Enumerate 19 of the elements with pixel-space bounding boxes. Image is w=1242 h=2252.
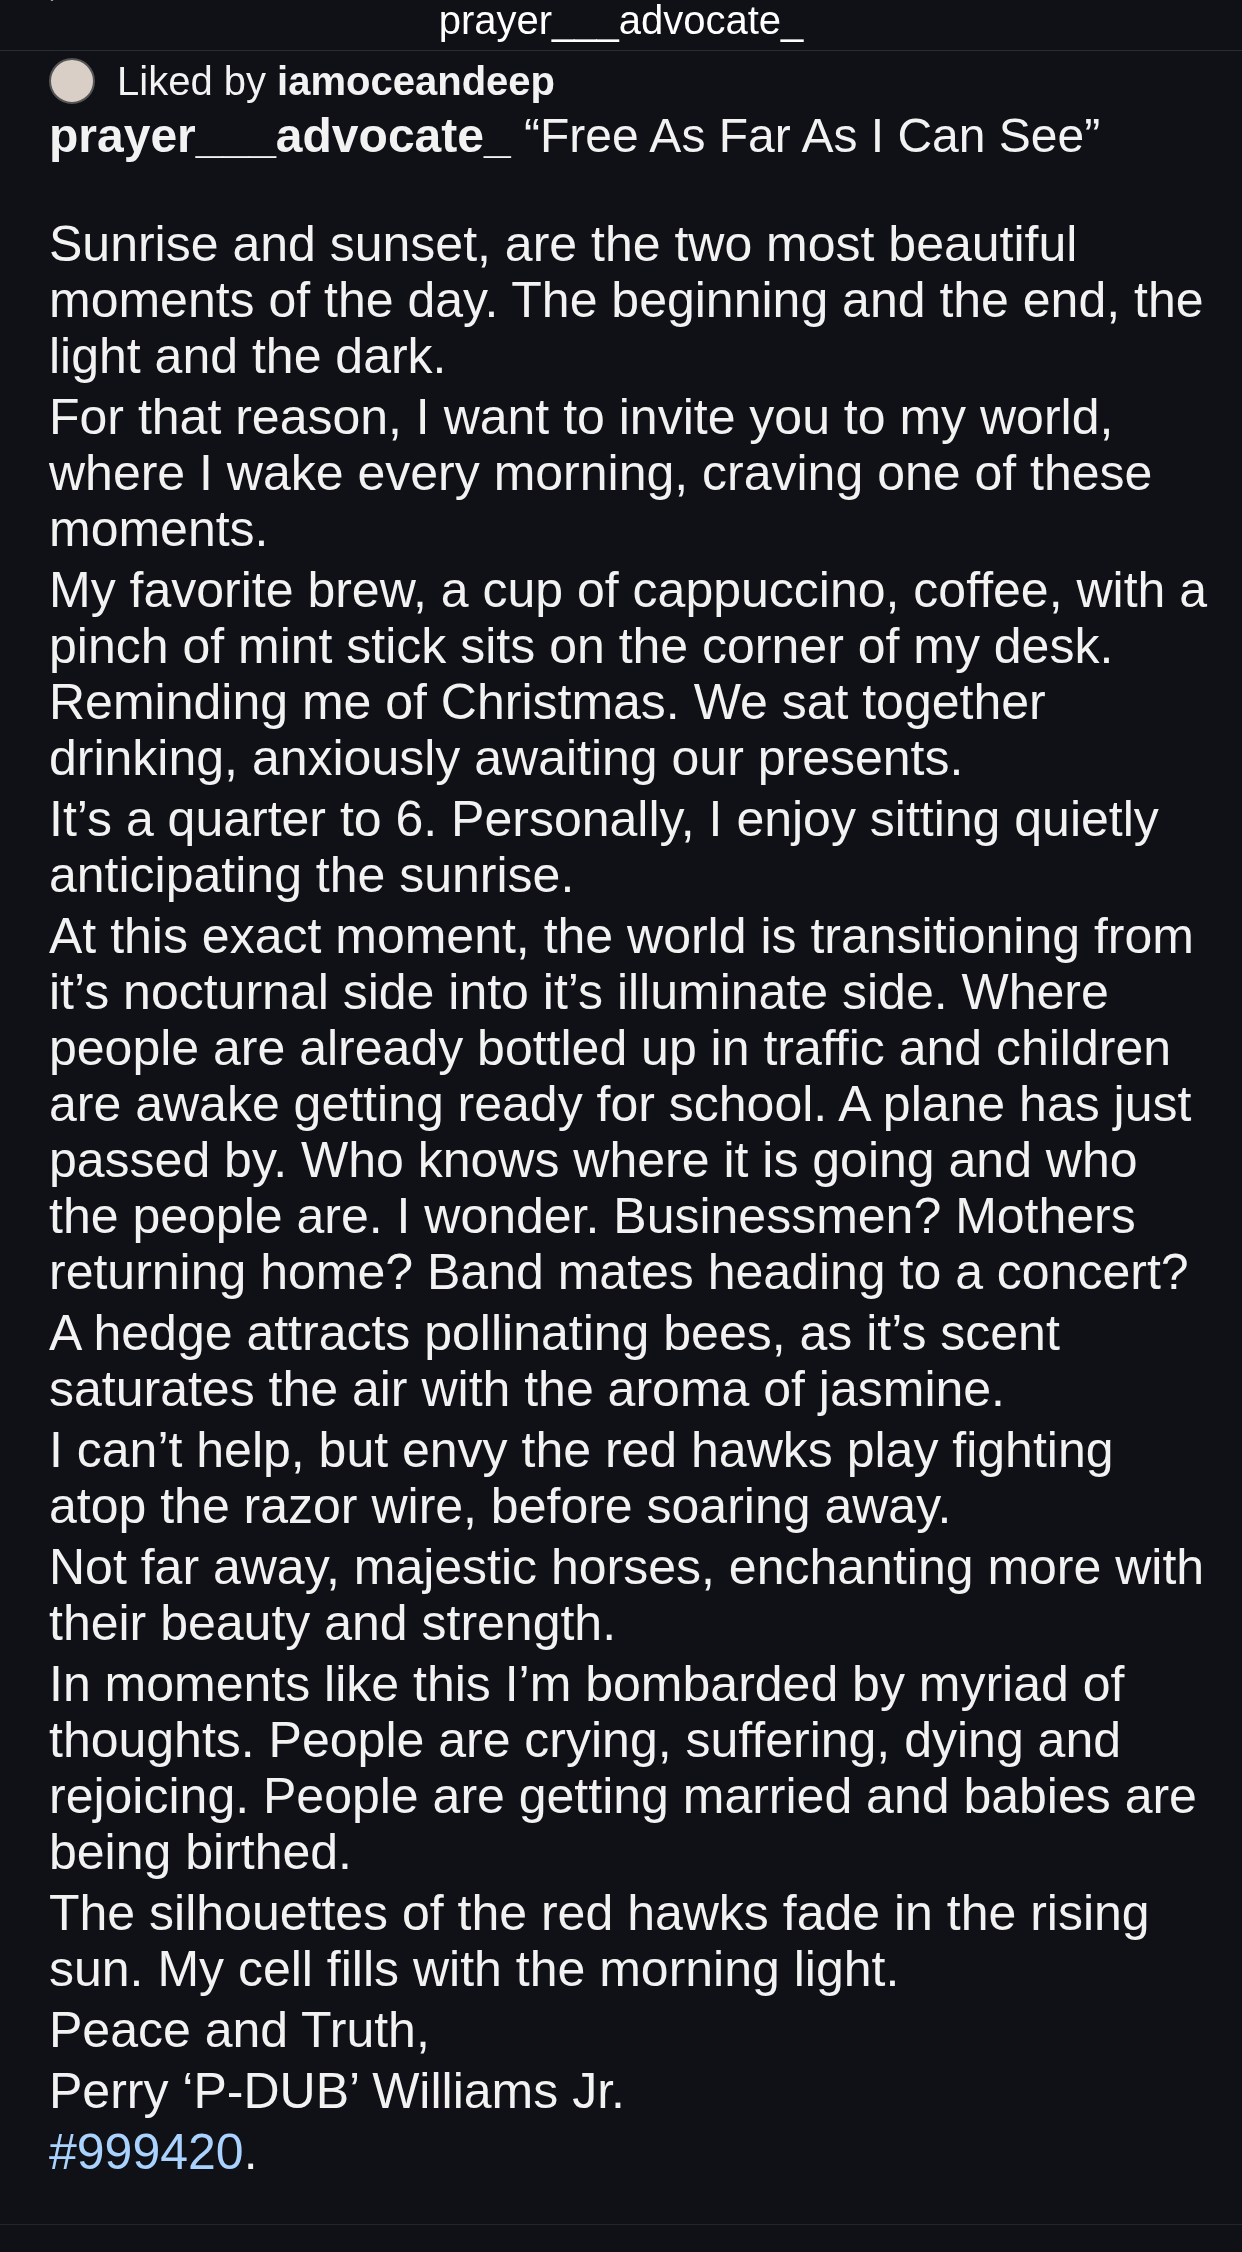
caption-paragraph: I can’t help, but envy the red hawks play fighting atop the razor wire, before soaring away. (49, 1422, 1115, 1534)
caption-paragraph: Peace and Truth, (49, 2002, 431, 2058)
avatar-icon[interactable] (49, 58, 95, 104)
caption-paragraph: The silhouettes of the red hawks fade in the rising sun. My cell fills with the morning light. (49, 1885, 1151, 1997)
caption-paragraph: Sunrise and sunset, are the two most beautiful moments of the day. The beginning and the end, the light and the dark. (49, 216, 1205, 384)
author-name[interactable]: prayer___advocate_ (49, 109, 511, 162)
caption-paragraph: My favorite brew, a cup of cappuccino, coffee, with a pinch of mint stick sits on the corner of my desk. Reminding me of Christmas. We sat together drinking, anxiously awaiting our presents. (49, 562, 1209, 786)
caption-paragraph: Perry ‘P-DUB’ Williams Jr. (49, 2063, 626, 2119)
hashtag-line: #999420. (49, 2124, 259, 2180)
caption-paragraph: In moments like this I’m bombarded by myriad of thoughts. People are crying, suffering, dying and rejoicing. People are getting married and babies are being birthed. (49, 1656, 1198, 1880)
caption-paragraph: It’s a quarter to 6. Personally, I enjoy sitting quietly anticipating the sunrise. (49, 791, 1160, 903)
caption-paragraph: At this exact moment, the world is transitioning from it’s nocturnal side into it’s illuminate side. Where people are already bottled up in traffic and children are awake getting ready for school. A plane has just passed by. Who knows where it is going and who the people are. I wonder. Businessmen? Mothers returning home? Band mates heading to a concert? (49, 908, 1195, 1300)
hashtag-link[interactable]: #999420 (49, 2124, 244, 2180)
caption-paragraph: Not far away, majestic horses, enchanting more with their beauty and strength. (49, 1539, 1206, 1651)
header-title: prayer___advocate_ (438, 0, 804, 40)
caption-paragraph: For that reason, I want to invite you to my world, where I wake every morning, craving one of these moments. (49, 389, 1154, 557)
caption-paragraph: A hedge attracts pollinating bees, as it’s scent saturates the air with the aroma of jasmine. (49, 1305, 1061, 1417)
post-title: “Free As Far As I Can See” (524, 109, 1101, 162)
liked-by-text[interactable]: Liked by iamoceandeep (117, 58, 555, 104)
